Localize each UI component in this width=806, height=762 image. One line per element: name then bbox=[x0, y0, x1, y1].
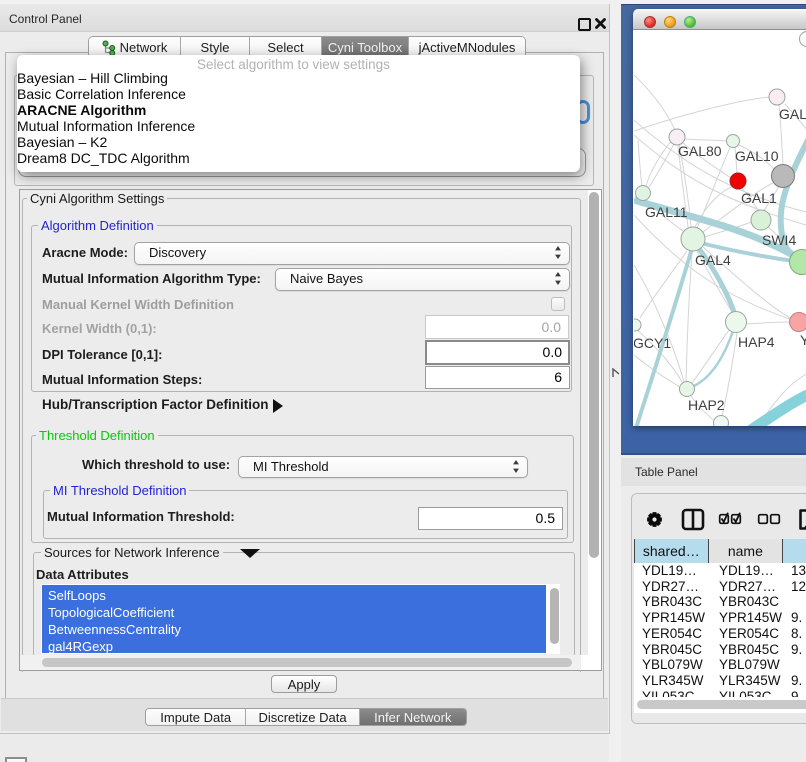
svg-text:GAL80: GAL80 bbox=[678, 143, 722, 159]
svg-text:GAL4: GAL4 bbox=[695, 252, 731, 268]
svg-text:HAP2: HAP2 bbox=[688, 397, 725, 413]
svg-text:SWI4: SWI4 bbox=[762, 232, 796, 248]
svg-text:Y: Y bbox=[800, 332, 806, 348]
svg-text:HAP4: HAP4 bbox=[738, 334, 775, 350]
svg-text:GAL: GAL bbox=[779, 106, 806, 122]
svg-text:GAL10: GAL10 bbox=[735, 148, 779, 164]
svg-text:GAL11: GAL11 bbox=[645, 204, 688, 220]
svg-text:GAL1: GAL1 bbox=[741, 190, 777, 206]
svg-text:GCY1: GCY1 bbox=[634, 335, 671, 351]
